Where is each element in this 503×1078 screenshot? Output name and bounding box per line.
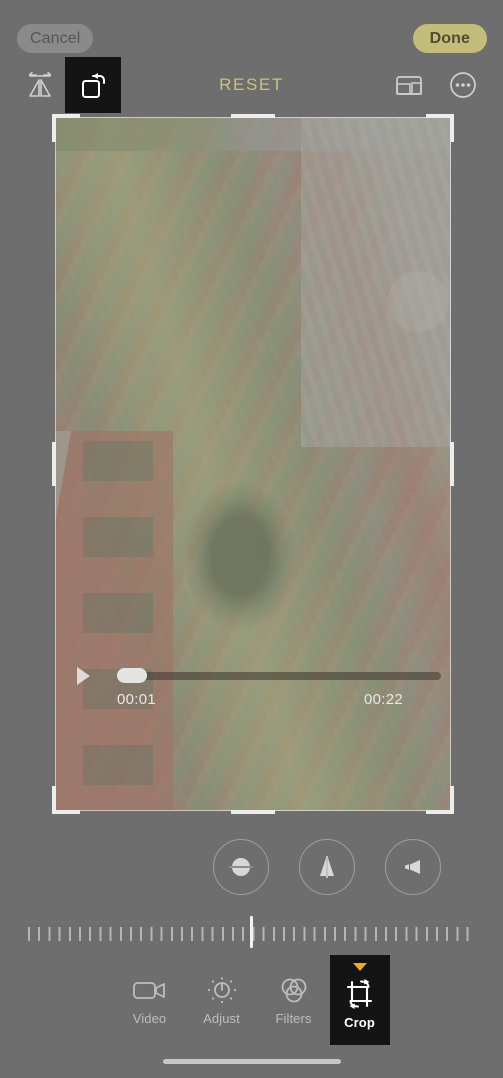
tab-crop-label: Crop — [344, 1015, 375, 1030]
tab-filters[interactable]: Filters — [258, 955, 330, 1045]
vertical-perspective-button[interactable] — [298, 839, 355, 895]
filters-circles-icon — [277, 971, 311, 1009]
photo-editor-screen: Cancel Done RESET 00:01 00:22 Video Adju… — [0, 0, 503, 1078]
aspect-ratio-icon — [396, 76, 422, 95]
crop-rotate-icon — [343, 975, 377, 1013]
flip-horizontal-button[interactable] — [12, 57, 68, 113]
active-tab-caret-icon — [352, 963, 367, 971]
crop-handle-right[interactable] — [450, 442, 454, 486]
crop-tool-row: RESET — [0, 57, 503, 114]
horizontal-perspective-button[interactable] — [384, 839, 441, 895]
crop-handle-top-left[interactable] — [52, 114, 80, 142]
reset-label: RESET — [219, 75, 284, 94]
more-options-icon — [450, 72, 476, 98]
more-options-button[interactable] — [435, 57, 491, 113]
time-total: 00:22 — [363, 691, 403, 708]
done-button[interactable]: Done — [412, 24, 487, 53]
straighten-button[interactable] — [212, 839, 269, 895]
rotate-icon — [82, 73, 105, 98]
ruler-center-marker — [250, 916, 253, 948]
crop-handle-top[interactable] — [231, 114, 275, 118]
photo-preview[interactable]: 00:01 00:22 — [55, 117, 451, 811]
crop-handle-top-right[interactable] — [426, 114, 454, 142]
scrubber-track[interactable] — [119, 672, 441, 680]
scrubber-handle[interactable] — [117, 668, 147, 683]
home-indicator[interactable] — [162, 1059, 341, 1064]
time-current: 00:01 — [117, 691, 157, 708]
tab-adjust-label: Adjust — [203, 1011, 240, 1026]
tab-video[interactable]: Video — [114, 955, 186, 1045]
done-label: Done — [429, 29, 470, 47]
aspect-ratio-button[interactable] — [381, 57, 437, 113]
crop-handle-bottom-left[interactable] — [52, 786, 80, 814]
crop-handle-bottom-right[interactable] — [426, 786, 454, 814]
straighten-icon — [228, 858, 253, 876]
crop-handle-left[interactable] — [52, 442, 56, 486]
top-bar: Cancel Done — [0, 0, 503, 62]
adjust-dial-icon — [205, 971, 239, 1009]
video-playback-overlay: 00:01 00:22 — [55, 663, 451, 723]
tab-adjust[interactable]: Adjust — [186, 955, 258, 1045]
angle-ruler[interactable] — [0, 916, 503, 948]
tab-crop[interactable]: Crop — [329, 955, 390, 1045]
play-icon[interactable] — [77, 667, 90, 685]
crop-stage[interactable]: 00:01 00:22 — [52, 114, 454, 814]
perspective-button-row — [0, 836, 503, 898]
flip-horizontal-icon — [28, 71, 52, 97]
horizontal-perspective-icon — [404, 860, 420, 874]
rotate-button[interactable] — [65, 57, 121, 113]
tab-video-label: Video — [132, 1011, 167, 1026]
video-camera-icon — [132, 971, 168, 1009]
editor-tab-bar: Video Adjust Filters Crop — [0, 955, 503, 1045]
tab-filters-label: Filters — [275, 1011, 312, 1026]
vertical-perspective-icon — [319, 856, 334, 878]
crop-handle-bottom[interactable] — [231, 810, 275, 814]
cancel-label: Cancel — [30, 29, 81, 47]
cancel-button[interactable]: Cancel — [17, 24, 94, 53]
